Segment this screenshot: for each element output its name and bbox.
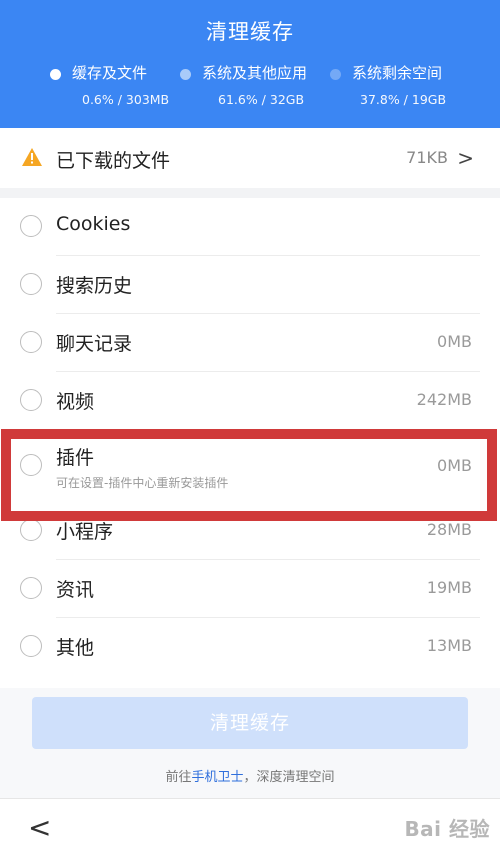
legend-free: 系统剩余空间 37.8% / 19GB: [330, 62, 470, 107]
header: 清理缓存 缓存及文件 0.6% / 303MB 系统及其他应用 61.6% / …: [0, 0, 500, 128]
clean-cache-button[interactable]: 清理缓存: [32, 697, 468, 749]
item-size: 19MB: [426, 578, 472, 597]
list-item-news[interactable]: 资讯 19MB: [0, 560, 500, 618]
radio-button[interactable]: [20, 635, 42, 657]
list-item-video[interactable]: 视频 242MB: [0, 372, 500, 430]
radio-button[interactable]: [20, 273, 42, 295]
phone-guard-link[interactable]: 手机卫士: [191, 770, 243, 785]
storage-legend: 缓存及文件 0.6% / 303MB 系统及其他应用 61.6% / 32GB …: [0, 62, 500, 107]
downloaded-files-row[interactable]: 已下载的文件 71KB >: [0, 128, 500, 188]
item-label: 视频: [56, 391, 95, 413]
radio-button[interactable]: [20, 577, 42, 599]
legend-dot: [330, 69, 341, 80]
legend-value: 61.6% / 32GB: [218, 92, 305, 107]
legend-value: 37.8% / 19GB: [360, 92, 447, 107]
bottom-action-area: 清理缓存 前往手机卫士，深度清理空间: [0, 688, 500, 798]
legend-value: 0.6% / 303MB: [82, 92, 170, 107]
legend-system: 系统及其他应用 61.6% / 32GB: [180, 62, 330, 107]
item-size: 0MB: [437, 456, 472, 475]
legend-name: 缓存及文件: [72, 64, 148, 82]
downloaded-files-label: 已下载的文件: [56, 150, 171, 172]
legend-cache: 缓存及文件 0.6% / 303MB: [50, 62, 180, 107]
hint-suffix: ，深度清理空间: [243, 770, 335, 785]
warning-icon: [22, 148, 42, 166]
list-item-cookies[interactable]: Cookies: [0, 198, 500, 256]
legend-dot: [50, 69, 61, 80]
baidu-watermark: Bai 经验: [404, 817, 490, 841]
legend-name: 系统剩余空间: [352, 64, 443, 82]
item-label: 资讯: [56, 579, 95, 601]
list-item-search-history[interactable]: 搜索历史: [0, 256, 500, 314]
radio-button[interactable]: [20, 519, 42, 541]
item-size: 0MB: [437, 332, 472, 351]
radio-button[interactable]: [20, 389, 42, 411]
item-label: 插件: [56, 447, 95, 469]
list-item-mini-programs[interactable]: 小程序 28MB: [0, 502, 500, 560]
radio-button[interactable]: [20, 454, 42, 476]
list-item-other[interactable]: 其他 13MB: [0, 618, 500, 676]
list-item-chat-history[interactable]: 聊天记录 0MB: [0, 314, 500, 372]
legend-name: 系统及其他应用: [202, 64, 308, 82]
page-title: 清理缓存: [206, 20, 294, 44]
list-item-plugins[interactable]: 插件 可在设置-插件中心重新安装插件 0MB: [0, 430, 500, 502]
bottom-nav: < Bai 经验: [0, 798, 500, 857]
item-label: 小程序: [56, 521, 114, 543]
item-size: 242MB: [416, 390, 472, 409]
radio-button[interactable]: [20, 331, 42, 353]
legend-dot: [180, 69, 191, 80]
cache-item-list: Cookies 搜索历史 聊天记录 0MB 视频 242MB 插件 可在设置-插…: [0, 198, 500, 676]
back-arrow-icon[interactable]: <: [28, 811, 51, 844]
item-label: Cookies: [56, 213, 131, 235]
section-gap: [0, 188, 500, 198]
item-label: 搜索历史: [56, 275, 133, 297]
downloaded-files-size: 71KB: [406, 148, 448, 167]
radio-button[interactable]: [20, 215, 42, 237]
item-label: 聊天记录: [56, 333, 133, 355]
item-size: 13MB: [426, 636, 472, 655]
item-note: 可在设置-插件中心重新安装插件: [56, 476, 229, 490]
chevron-right-icon: >: [457, 146, 474, 170]
hint-prefix: 前往: [165, 770, 192, 785]
deep-clean-hint: 前往手机卫士，深度清理空间: [0, 766, 500, 785]
item-size: 28MB: [426, 520, 472, 539]
item-label: 其他: [56, 637, 95, 659]
